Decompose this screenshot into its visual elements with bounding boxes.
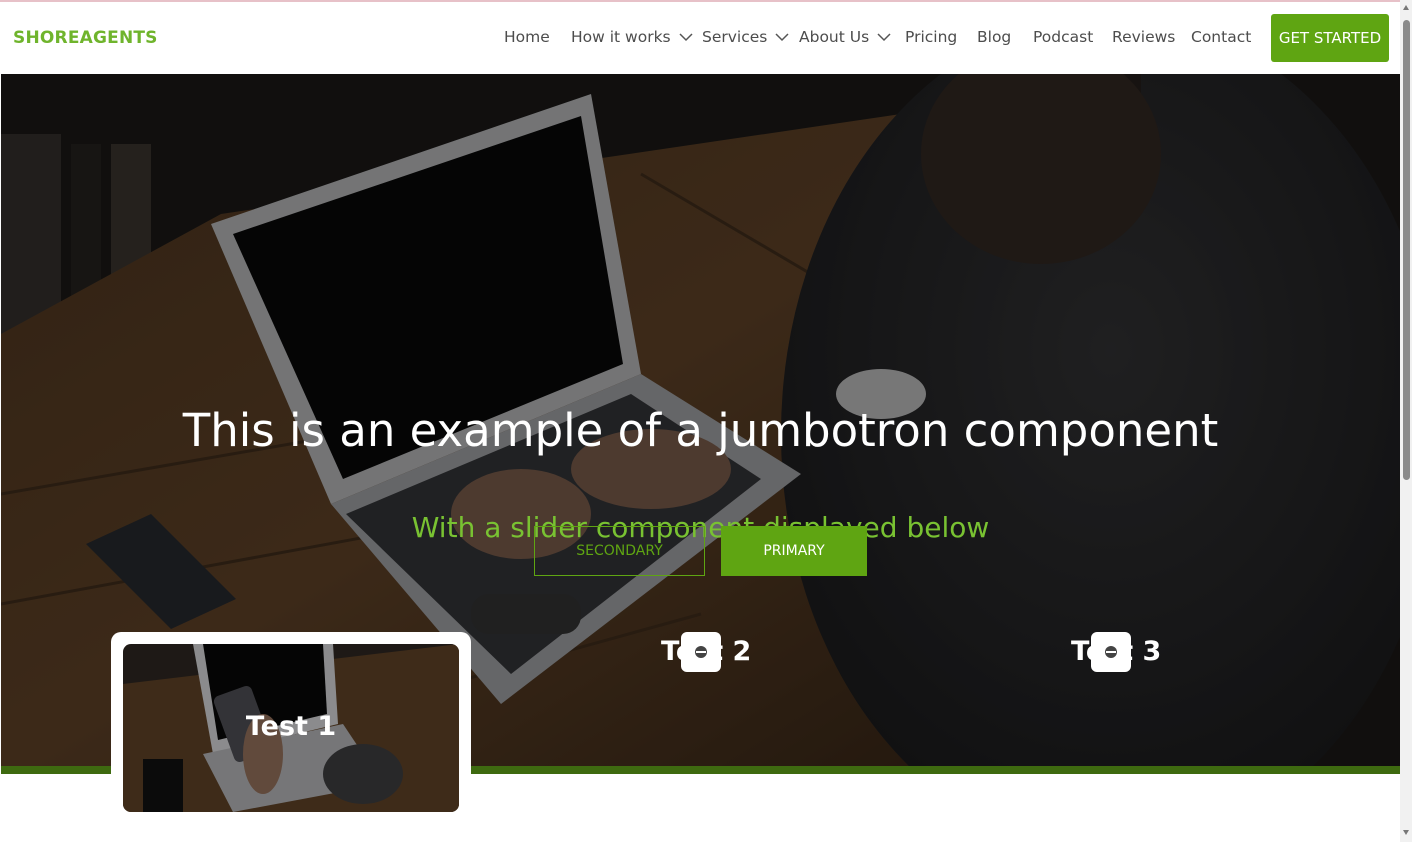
chevron-down-icon (775, 33, 789, 42)
primary-button[interactable]: PRIMARY (721, 526, 867, 576)
hero-title: This is an example of a jumbotron compon… (182, 404, 1219, 457)
nav-links: Home How it works Services About Us Pric… (1, 2, 1400, 74)
scroll-down-arrow-icon[interactable] (1402, 828, 1410, 836)
nav-home[interactable]: Home (504, 28, 550, 46)
nav-blog[interactable]: Blog (977, 28, 1011, 46)
nav-contact[interactable]: Contact (1191, 28, 1251, 46)
nav-home-label: Home (504, 28, 550, 46)
nav-how-it-works[interactable]: How it works (571, 28, 693, 46)
image-placeholder-icon (695, 646, 707, 658)
scroll-up-arrow-icon[interactable] (1402, 4, 1410, 12)
nav-contact-label: Contact (1191, 28, 1252, 46)
nav-podcast[interactable]: Podcast (1033, 28, 1093, 46)
slide-image: Test 1 (123, 644, 459, 812)
nav-pricing-label: Pricing (905, 28, 958, 46)
nav-about-us-label: About Us (799, 28, 870, 46)
nav-how-it-works-label: How it works (571, 28, 671, 46)
slide-card-active[interactable]: Test 1 (111, 632, 471, 822)
secondary-button[interactable]: SECONDARY (534, 526, 705, 576)
scrollbar-thumb[interactable] (1403, 20, 1410, 480)
navbar: SHOREAGENTS Home How it works Services A… (1, 2, 1400, 74)
slide-1-label: Test 1 (245, 711, 337, 742)
chevron-down-icon (877, 33, 891, 42)
nav-reviews[interactable]: Reviews (1112, 28, 1175, 46)
slide-2-thumbnail[interactable] (681, 632, 721, 672)
get-started-button[interactable]: GET STARTED (1271, 14, 1389, 62)
nav-services[interactable]: Services (702, 28, 789, 46)
nav-podcast-label: Podcast (1033, 28, 1094, 46)
nav-about-us[interactable]: About Us (799, 28, 891, 46)
chevron-down-icon (679, 33, 693, 42)
nav-services-label: Services (702, 28, 768, 46)
slide-3-thumbnail[interactable] (1091, 632, 1131, 672)
page-scrollbar[interactable] (1400, 0, 1412, 842)
nav-reviews-label: Reviews (1112, 28, 1176, 46)
nav-blog-label: Blog (977, 28, 1012, 46)
image-placeholder-icon (1105, 646, 1117, 658)
nav-pricing[interactable]: Pricing (905, 28, 957, 46)
